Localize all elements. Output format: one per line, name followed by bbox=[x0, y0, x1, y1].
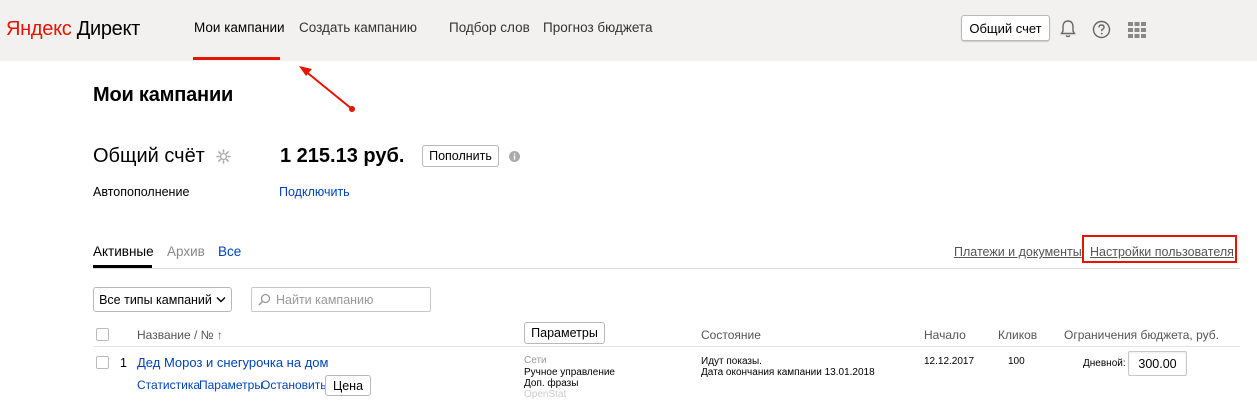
account-button[interactable]: Общий счет bbox=[961, 15, 1050, 41]
campaign-stats-link[interactable]: Статистика bbox=[137, 378, 200, 392]
help-icon[interactable] bbox=[1092, 20, 1111, 39]
tab-all[interactable]: Все bbox=[218, 244, 241, 259]
row-checkbox[interactable] bbox=[96, 356, 109, 369]
campaign-type-select[interactable]: Все типы кампаний bbox=[93, 287, 232, 312]
column-header-state[interactable]: Состояние bbox=[701, 328, 761, 342]
nav-budget-forecast[interactable]: Прогноз бюджета bbox=[543, 20, 652, 35]
table-header-divider bbox=[93, 346, 1240, 347]
column-header-clicks[interactable]: Кликов bbox=[998, 328, 1037, 342]
campaign-state-line2: Дата окончания кампании 13.01.2018 bbox=[701, 367, 875, 378]
tab-archive[interactable]: Архив bbox=[167, 244, 205, 259]
chevron-down-icon bbox=[216, 297, 226, 303]
autopay-label: Автопополнение bbox=[93, 185, 190, 199]
campaign-search-input[interactable]: Найти кампанию bbox=[251, 287, 431, 312]
payments-documents-link[interactable]: Платежи и документы bbox=[954, 245, 1082, 259]
price-button[interactable]: Цена bbox=[325, 375, 371, 396]
select-all-checkbox[interactable] bbox=[96, 328, 109, 341]
apps-grid-icon[interactable] bbox=[1128, 22, 1146, 38]
autopay-connect-link[interactable]: Подключить bbox=[279, 185, 350, 199]
column-header-budget[interactable]: Ограничения бюджета, руб. bbox=[1064, 328, 1219, 342]
campaign-state-line1: Идут показы. bbox=[701, 356, 762, 367]
strategy-networks: Сети bbox=[524, 355, 547, 366]
strategy-openstat: OpenStat bbox=[524, 389, 567, 400]
tab-active[interactable]: Активные bbox=[93, 244, 154, 259]
info-icon[interactable] bbox=[509, 151, 520, 162]
campaign-params-link[interactable]: Параметры bbox=[199, 378, 263, 392]
page-title: Мои кампании bbox=[93, 84, 234, 106]
campaign-stop-link[interactable]: Остановить bbox=[261, 378, 327, 392]
annotation-highlight-box bbox=[1082, 235, 1237, 263]
account-balance: 1 215.13 руб. bbox=[280, 145, 405, 167]
topup-button[interactable]: Пополнить bbox=[422, 145, 499, 167]
campaign-clicks: 100 bbox=[1008, 356, 1025, 367]
campaign-name-link[interactable]: Дед Мороз и снегурочка на дом bbox=[137, 355, 328, 370]
strategy-manual: Ручное управление bbox=[524, 367, 615, 378]
gear-icon[interactable] bbox=[216, 149, 231, 164]
tabs-divider bbox=[93, 268, 1240, 269]
daily-budget-input[interactable]: 300.00 bbox=[1128, 351, 1187, 376]
column-header-start[interactable]: Начало bbox=[924, 328, 966, 342]
columns-params-button[interactable]: Параметры bbox=[524, 322, 605, 344]
bell-icon[interactable] bbox=[1059, 19, 1077, 39]
budget-daily-label: Дневной: bbox=[1083, 358, 1126, 369]
row-index: 1 bbox=[120, 356, 127, 370]
campaign-start-date: 12.12.2017 bbox=[924, 356, 975, 367]
search-icon bbox=[258, 293, 271, 306]
account-title: Общий счёт bbox=[93, 145, 205, 167]
strategy-extra-phrases: Доп. фразы bbox=[524, 378, 579, 389]
nav-word-selection[interactable]: Подбор слов bbox=[449, 20, 530, 35]
column-header-name[interactable]: Название / № ↑ bbox=[137, 328, 223, 342]
